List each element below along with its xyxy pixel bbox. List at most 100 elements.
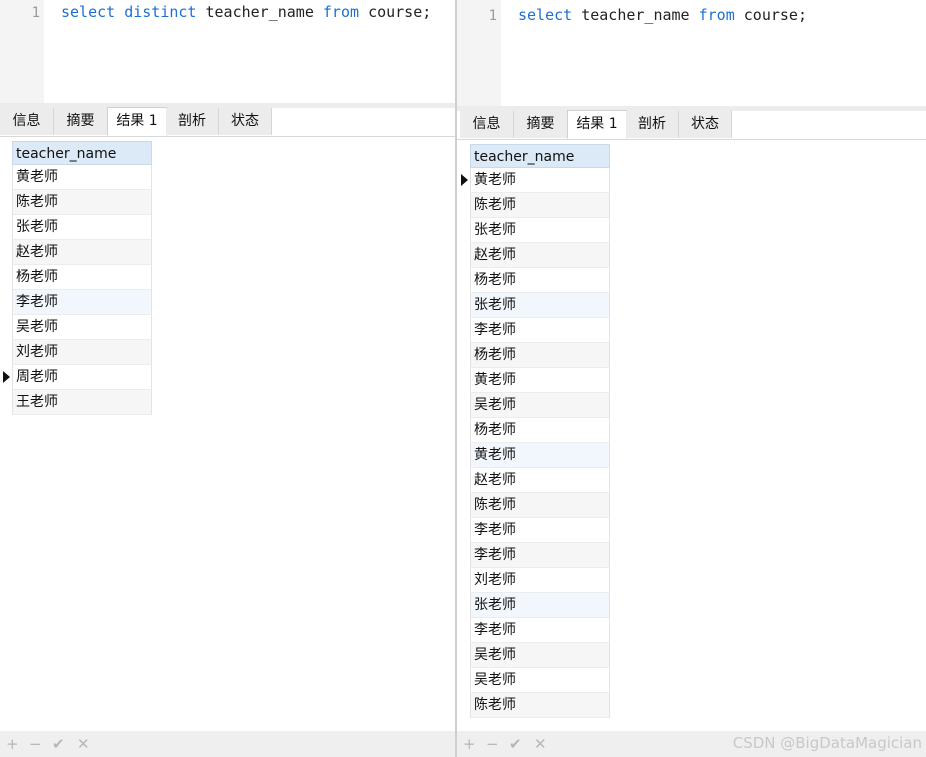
cell-teacher-name[interactable]: 陈老师 <box>474 497 516 513</box>
table-row[interactable]: 张老师 <box>470 218 610 243</box>
table-row[interactable]: 杨老师 <box>12 265 152 290</box>
tab-profile[interactable]: 剖析 <box>166 108 219 135</box>
table-row[interactable]: 陈老师 <box>470 493 610 518</box>
cell-teacher-name[interactable]: 杨老师 <box>474 422 516 438</box>
table-row[interactable]: 黄老师 <box>470 443 610 468</box>
current-row-indicator-icon <box>461 174 468 186</box>
table-row[interactable]: 吴老师 <box>470 393 610 418</box>
table-row[interactable]: 吴老师 <box>470 643 610 668</box>
cell-teacher-name[interactable]: 刘老师 <box>16 344 58 360</box>
table-row[interactable]: 李老师 <box>12 290 152 315</box>
cell-teacher-name[interactable]: 赵老师 <box>474 472 516 488</box>
grid-footer-toolbar: + − ✔ ✕ <box>0 731 455 757</box>
line-number: 1 <box>31 5 40 21</box>
tab-status[interactable]: 状态 <box>679 111 732 138</box>
cell-teacher-name[interactable]: 黄老师 <box>474 172 516 188</box>
column-header-teacher-name[interactable]: teacher_name <box>470 144 610 168</box>
result-grid[interactable]: teacher_name 黄老师 陈老师 张老师 赵老师 杨老师 张老师 李老师 杨老师 黄老师… <box>461 144 610 718</box>
sql-identifier: teacher_name <box>205 3 314 21</box>
cell-teacher-name[interactable]: 陈老师 <box>16 194 58 210</box>
result-tabs: 信息 摘要 结果 1 剖析 状态 <box>457 110 926 140</box>
table-row[interactable]: 杨老师 <box>470 268 610 293</box>
tab-summary[interactable]: 摘要 <box>54 108 108 135</box>
cell-teacher-name[interactable]: 赵老师 <box>16 244 58 260</box>
sql-keyword: distinct <box>124 3 197 21</box>
table-row[interactable]: 李老师 <box>470 618 610 643</box>
table-row[interactable]: 赵老师 <box>12 240 152 265</box>
current-row-indicator-icon <box>3 371 10 383</box>
table-row[interactable]: 黄老师 <box>461 168 610 193</box>
table-row[interactable]: 周老师 <box>3 365 152 390</box>
cell-teacher-name[interactable]: 周老师 <box>16 369 58 385</box>
table-row[interactable]: 杨老师 <box>470 343 610 368</box>
sql-keyword: select <box>61 3 116 21</box>
discard-changes-button[interactable]: ✕ <box>77 735 90 753</box>
table-row[interactable]: 吴老师 <box>470 668 610 693</box>
add-record-button[interactable]: + <box>463 735 476 753</box>
cell-teacher-name[interactable]: 吴老师 <box>474 647 516 663</box>
cell-teacher-name[interactable]: 陈老师 <box>474 697 516 713</box>
table-row[interactable]: 李老师 <box>470 543 610 568</box>
line-number: 1 <box>488 8 497 24</box>
tab-info[interactable]: 信息 <box>460 111 514 138</box>
table-row[interactable]: 张老师 <box>470 293 610 318</box>
tab-result-1[interactable]: 结果 1 <box>107 107 167 136</box>
cell-teacher-name[interactable]: 张老师 <box>474 297 516 313</box>
column-header-teacher-name[interactable]: teacher_name <box>12 141 152 165</box>
cell-teacher-name[interactable]: 陈老师 <box>474 197 516 213</box>
cell-teacher-name[interactable]: 李老师 <box>474 522 516 538</box>
table-row[interactable]: 黄老师 <box>12 165 152 190</box>
cell-teacher-name[interactable]: 刘老师 <box>474 572 516 588</box>
cell-teacher-name[interactable]: 杨老师 <box>474 272 516 288</box>
result-grid[interactable]: teacher_name 黄老师陈老师张老师赵老师杨老师李老师吴老师刘老师周老师… <box>3 141 152 415</box>
delete-record-button[interactable]: − <box>486 735 499 753</box>
cell-teacher-name[interactable]: 黄老师 <box>474 447 516 463</box>
cell-teacher-name[interactable]: 吴老师 <box>474 672 516 688</box>
tab-result-1[interactable]: 结果 1 <box>567 110 627 139</box>
table-row[interactable]: 王老师 <box>12 390 152 415</box>
cell-teacher-name[interactable]: 张老师 <box>474 222 516 238</box>
discard-changes-button[interactable]: ✕ <box>534 735 547 753</box>
table-row[interactable]: 刘老师 <box>470 568 610 593</box>
cell-teacher-name[interactable]: 李老师 <box>474 547 516 563</box>
cell-teacher-name[interactable]: 吴老师 <box>474 397 516 413</box>
tab-summary[interactable]: 摘要 <box>514 111 568 138</box>
cell-teacher-name[interactable]: 吴老师 <box>16 319 58 335</box>
table-row[interactable]: 李老师 <box>470 518 610 543</box>
cell-teacher-name[interactable]: 赵老师 <box>474 247 516 263</box>
cell-teacher-name[interactable]: 张老师 <box>16 219 58 235</box>
apply-changes-button[interactable]: ✔ <box>52 735 65 753</box>
cell-teacher-name[interactable]: 黄老师 <box>16 169 58 185</box>
table-row[interactable]: 吴老师 <box>12 315 152 340</box>
table-row[interactable]: 黄老师 <box>470 368 610 393</box>
table-row[interactable]: 张老师 <box>12 215 152 240</box>
sql-editor[interactable]: 1 select distinct teacher_name from cour… <box>0 0 455 103</box>
sql-code-line[interactable]: select distinct teacher_name from course… <box>61 3 431 21</box>
cell-teacher-name[interactable]: 黄老师 <box>474 372 516 388</box>
add-record-button[interactable]: + <box>6 735 19 753</box>
table-row[interactable]: 杨老师 <box>470 418 610 443</box>
cell-teacher-name[interactable]: 杨老师 <box>474 347 516 363</box>
table-row[interactable]: 陈老师 <box>12 190 152 215</box>
table-row[interactable]: 刘老师 <box>12 340 152 365</box>
tab-profile[interactable]: 剖析 <box>626 111 679 138</box>
table-row[interactable]: 陈老师 <box>470 693 610 718</box>
tab-status[interactable]: 状态 <box>219 108 272 135</box>
cell-teacher-name[interactable]: 李老师 <box>474 622 516 638</box>
table-row[interactable]: 张老师 <box>470 593 610 618</box>
apply-changes-button[interactable]: ✔ <box>509 735 522 753</box>
table-row[interactable]: 赵老师 <box>470 243 610 268</box>
cell-teacher-name[interactable]: 王老师 <box>16 394 58 410</box>
cell-teacher-name[interactable]: 张老师 <box>474 597 516 613</box>
delete-record-button[interactable]: − <box>29 735 42 753</box>
sql-keyword: select <box>518 6 573 24</box>
cell-teacher-name[interactable]: 李老师 <box>474 322 516 338</box>
table-row[interactable]: 赵老师 <box>470 468 610 493</box>
table-row[interactable]: 李老师 <box>470 318 610 343</box>
cell-teacher-name[interactable]: 李老师 <box>16 294 58 310</box>
sql-editor[interactable]: 1 select teacher_name from course; <box>457 0 926 106</box>
tab-info[interactable]: 信息 <box>0 108 54 135</box>
sql-code-line[interactable]: select teacher_name from course; <box>518 6 807 24</box>
table-row[interactable]: 陈老师 <box>470 193 610 218</box>
cell-teacher-name[interactable]: 杨老师 <box>16 269 58 285</box>
